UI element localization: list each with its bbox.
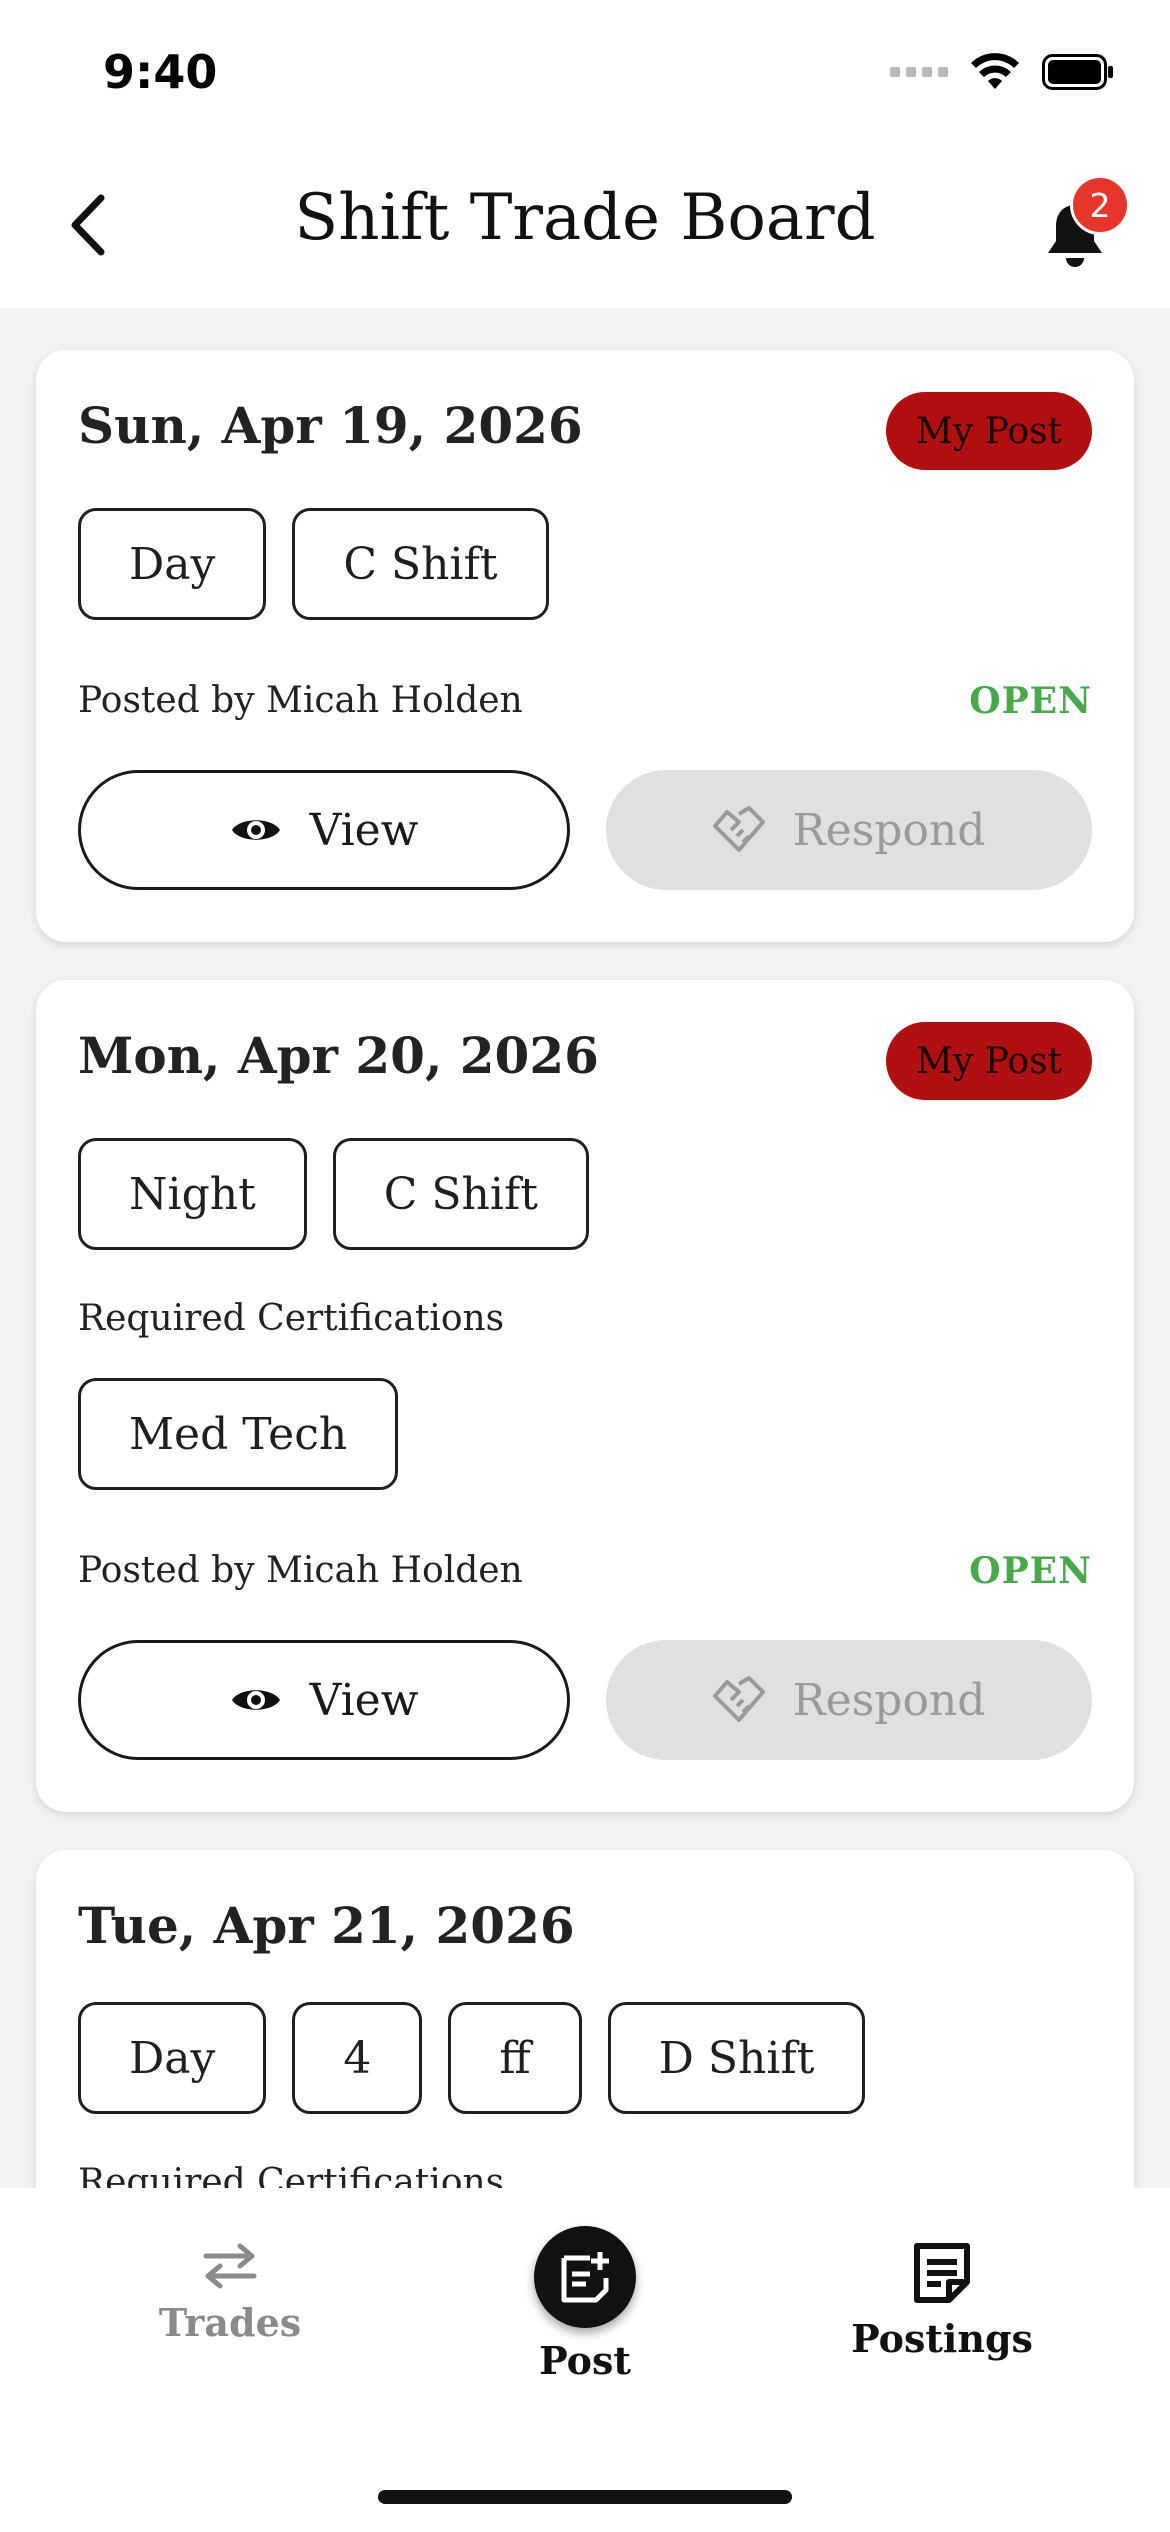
battery-icon bbox=[1042, 54, 1113, 90]
handshake-icon bbox=[712, 806, 765, 852]
shift-chips: Day 4 ff D Shift bbox=[78, 2002, 866, 2114]
respond-button[interactable]: Respond bbox=[606, 770, 1092, 890]
notification-count-badge: 2 bbox=[1070, 175, 1130, 235]
card-date: Sun, Apr 19, 2026 bbox=[78, 396, 583, 455]
respond-label: Respond bbox=[792, 1674, 986, 1726]
shift-chip: Day bbox=[78, 2002, 267, 2114]
trade-card: Mon, Apr 20, 2026 My Post Night C Shift … bbox=[36, 980, 1134, 1812]
swap-arrows-icon bbox=[203, 2243, 257, 2289]
cellular-signal-icon bbox=[890, 67, 948, 77]
header: Shift Trade Board 2 bbox=[0, 145, 1170, 308]
view-button[interactable]: View bbox=[78, 1640, 570, 1760]
card-actions: View Respond bbox=[78, 770, 1092, 890]
posted-by: Posted by Micah Holden bbox=[78, 1550, 523, 1591]
tab-post[interactable]: Post bbox=[485, 2226, 685, 2383]
tab-bar: Trades Post Postings bbox=[0, 2188, 1170, 2532]
my-post-badge: My Post bbox=[886, 392, 1092, 470]
card-date: Tue, Apr 21, 2026 bbox=[78, 1896, 575, 1955]
shift-chip: Day bbox=[78, 508, 267, 620]
status-bar: 9:40 bbox=[0, 0, 1170, 145]
page-title: Shift Trade Board bbox=[294, 181, 876, 255]
shift-chips: Day C Shift bbox=[78, 508, 549, 620]
app-screen: 9:40 Shift Trade Board 2 Sun, Apr 19, 20… bbox=[0, 0, 1170, 2532]
respond-label: Respond bbox=[792, 804, 986, 856]
tab-post-label: Post bbox=[539, 2338, 631, 2383]
trade-card: Sun, Apr 19, 2026 My Post Day C Shift Po… bbox=[36, 350, 1134, 942]
tab-postings[interactable]: Postings bbox=[842, 2240, 1042, 2361]
respond-button[interactable]: Respond bbox=[606, 1640, 1092, 1760]
required-certifications-label: Required Certifications bbox=[78, 2162, 505, 2188]
postings-icon bbox=[914, 2243, 970, 2303]
view-label: View bbox=[309, 1674, 419, 1726]
eye-icon bbox=[231, 1690, 280, 1710]
shift-chip: ff bbox=[448, 2002, 582, 2114]
handshake-icon bbox=[712, 1676, 765, 1722]
shift-chip: Night bbox=[78, 1138, 307, 1250]
home-indicator bbox=[378, 2490, 792, 2504]
notifications-button[interactable]: 2 bbox=[1035, 175, 1130, 277]
add-note-icon bbox=[561, 2252, 609, 2303]
shift-chip: D Shift bbox=[607, 2002, 866, 2114]
shift-chip: C Shift bbox=[292, 508, 549, 620]
required-certifications-label: Required Certifications bbox=[78, 1298, 505, 1339]
trade-feed: Sun, Apr 19, 2026 My Post Day C Shift Po… bbox=[0, 308, 1170, 2188]
my-post-badge: My Post bbox=[886, 1022, 1092, 1100]
shift-chip: C Shift bbox=[332, 1138, 589, 1250]
eye-icon bbox=[231, 820, 280, 840]
status-icons bbox=[890, 50, 1114, 94]
tab-trades[interactable]: Trades bbox=[130, 2240, 330, 2345]
status-time: 9:40 bbox=[103, 45, 218, 99]
tab-trades-label: Trades bbox=[158, 2300, 302, 2345]
shift-chip: 4 bbox=[292, 2002, 423, 2114]
status-badge: OPEN bbox=[969, 1550, 1092, 1592]
card-date: Mon, Apr 20, 2026 bbox=[78, 1026, 599, 1085]
view-button[interactable]: View bbox=[78, 770, 570, 890]
view-label: View bbox=[309, 804, 419, 856]
certification-chips: Med Tech bbox=[78, 1378, 399, 1490]
card-actions: View Respond bbox=[78, 1640, 1092, 1760]
posted-by: Posted by Micah Holden bbox=[78, 680, 523, 721]
wifi-icon bbox=[971, 53, 1019, 89]
trade-card: Tue, Apr 21, 2026 Day 4 ff D Shift Requi… bbox=[36, 1850, 1134, 2188]
certification-chip: Med Tech bbox=[78, 1378, 399, 1490]
shift-chips: Night C Shift bbox=[78, 1138, 589, 1250]
tab-postings-label: Postings bbox=[851, 2316, 1033, 2361]
post-button[interactable] bbox=[534, 2226, 636, 2328]
status-badge: OPEN bbox=[969, 680, 1092, 722]
